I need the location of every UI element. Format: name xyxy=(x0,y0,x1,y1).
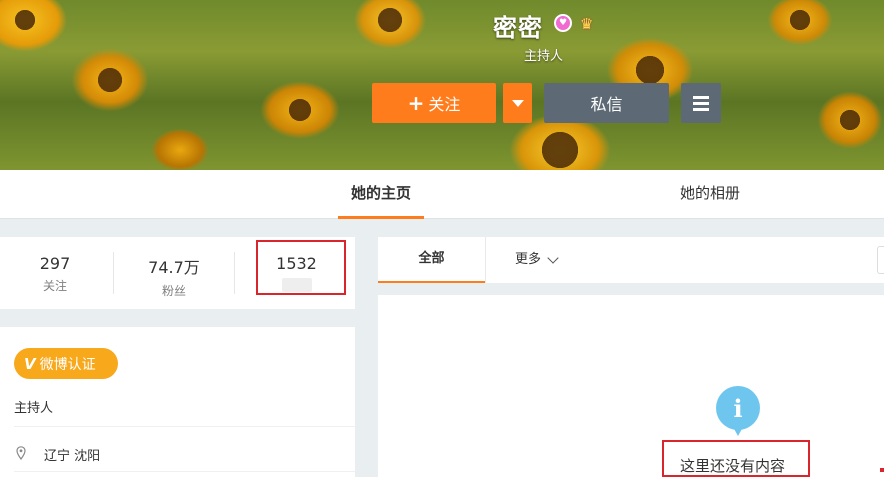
verified-description: 主持人 xyxy=(14,401,54,416)
message-button[interactable]: 私信 xyxy=(544,83,669,123)
following-label: 关注 xyxy=(42,279,67,293)
profile-tab-bar: 她的主页 她的相册 xyxy=(0,170,884,219)
feed-tab-all[interactable]: 全部 xyxy=(378,237,485,283)
more-menu-button[interactable] xyxy=(681,83,721,123)
divider xyxy=(14,426,355,427)
plus-icon: + xyxy=(407,91,425,115)
info-icon-tail xyxy=(733,427,743,436)
stat-fans[interactable]: 74.7万 粉丝 xyxy=(115,237,233,309)
tab-home[interactable]: 她的主页 xyxy=(338,170,424,219)
info-card: V 微博认证 主持人 辽宁 沈阳 xyxy=(0,327,355,477)
location-text: 辽宁 沈阳 xyxy=(44,449,101,464)
hamburger-icon xyxy=(693,95,709,99)
member-badge-icon[interactable]: ♥ xyxy=(554,14,572,32)
verified-badge[interactable]: V 微博认证 xyxy=(14,348,118,379)
verified-badge-label: 微博认证 xyxy=(39,356,96,373)
follow-button[interactable]: + 关注 xyxy=(372,83,496,123)
divider xyxy=(485,237,486,283)
tab-album[interactable]: 她的相册 xyxy=(660,170,760,219)
fans-count: 74.7万 xyxy=(148,258,200,277)
empty-message-highlight xyxy=(662,440,810,477)
divider xyxy=(14,471,355,472)
chevron-down-icon xyxy=(547,252,559,264)
feed-tab-more[interactable]: 更多 xyxy=(515,237,559,283)
crown-badge-icon[interactable]: ♛ xyxy=(580,15,600,33)
profile-name: 密密 xyxy=(493,14,543,42)
caret-down-icon xyxy=(511,99,524,107)
feed-search-input[interactable] xyxy=(877,246,884,274)
profile-description: 主持人 xyxy=(524,49,564,64)
stat-divider xyxy=(113,252,114,294)
edge-marker xyxy=(880,468,884,472)
follow-button-label: 关注 xyxy=(428,95,461,114)
feed-filter-bar: 全部 更多 xyxy=(378,237,884,283)
follow-dropdown-button[interactable] xyxy=(503,83,532,123)
following-count: 297 xyxy=(39,254,71,273)
location-pin-icon xyxy=(16,446,26,460)
stat-divider xyxy=(234,252,235,294)
info-icon: i xyxy=(716,386,760,430)
stat-following[interactable]: 297 关注 xyxy=(0,237,110,309)
fans-label: 粉丝 xyxy=(161,284,186,298)
feed-tab-more-label: 更多 xyxy=(515,252,542,267)
weibo-count-highlight xyxy=(256,240,346,295)
verified-v-icon: V xyxy=(24,354,36,373)
